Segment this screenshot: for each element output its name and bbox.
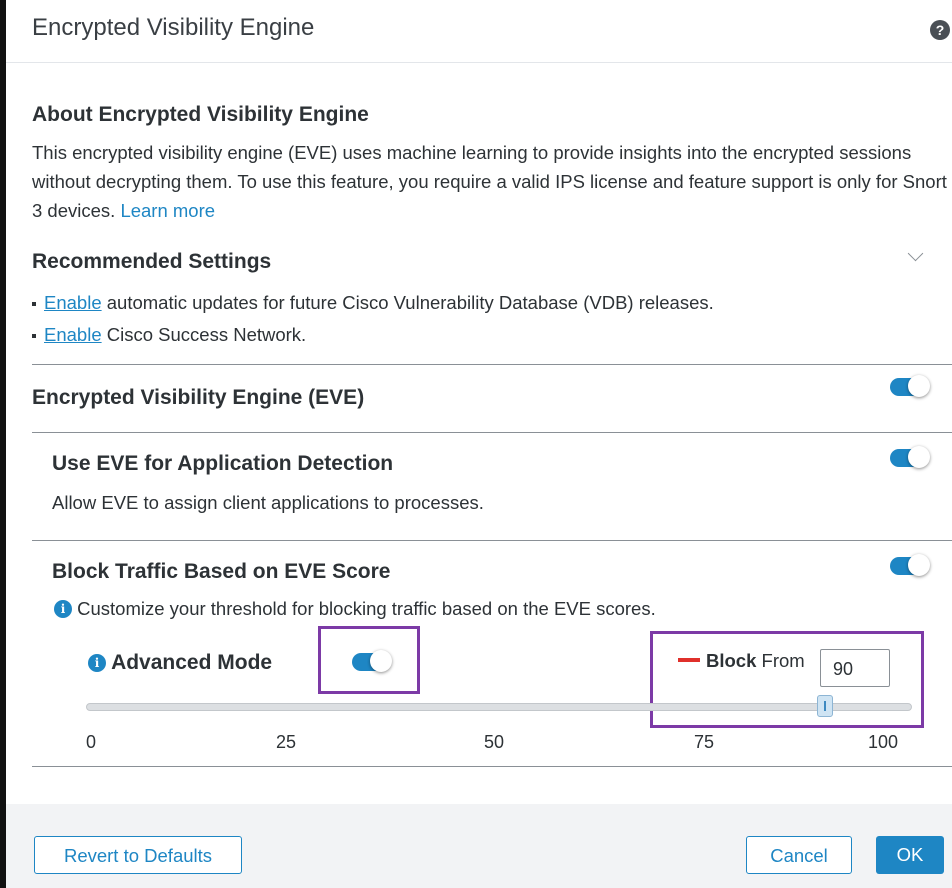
help-icon[interactable]: ? [930,20,950,40]
app-detection-toggle[interactable] [890,446,930,468]
app-detection-description: Allow EVE to assign client applications … [52,492,484,513]
block-traffic-info: i Customize your threshold for blocking … [54,598,656,620]
slider-grip [824,701,826,711]
slider-tick-75: 75 [694,732,715,752]
dialog-header: Encrypted Visibility Engine ? [6,0,952,63]
block-traffic-label: Block Traffic Based on EVE Score [52,560,391,583]
recommended-item-vdb: Enable automatic updates for future Cisc… [32,292,714,314]
divider [32,540,952,541]
slider-tick-100: 100 [868,732,899,752]
toggle-knob [908,446,930,468]
eve-score-slider-thumb[interactable] [817,695,833,717]
block-from-label: Block From [706,650,805,672]
info-icon: i [88,654,106,672]
recommended-item-text: Cisco Success Network. [106,324,307,345]
bullet-icon [32,334,36,339]
block-traffic-toggle[interactable] [890,554,930,576]
about-heading: About Encrypted Visibility Engine [32,103,369,126]
block-traffic-info-text: Customize your threshold for blocking tr… [77,598,656,619]
revert-to-defaults-button[interactable]: Revert to Defaults [34,836,242,874]
eve-dialog: Encrypted Visibility Engine ? About Encr… [6,0,952,888]
advanced-mode-text: Advanced Mode [111,651,273,674]
about-description: This encrypted visibility engine (EVE) u… [32,138,950,225]
dialog-title: Encrypted Visibility Engine [32,14,315,41]
divider [32,766,952,767]
from-label: From [761,650,805,671]
enable-csn-link[interactable]: Enable [44,324,102,345]
app-detection-label: Use EVE for Application Detection [52,452,394,475]
slider-tick-25: 25 [276,732,297,752]
slider-tick-50: 50 [484,732,505,752]
ok-button[interactable]: OK [876,836,944,874]
eve-score-slider-track[interactable] [86,703,912,711]
info-icon: i [54,600,72,618]
block-legend-icon [678,658,700,662]
recommended-item-csn: Enable Cisco Success Network. [32,324,306,346]
toggle-knob [908,554,930,576]
block-label: Block [706,650,757,671]
eve-label: Encrypted Visibility Engine (EVE) [32,386,365,409]
block-threshold-input[interactable]: 90 [820,649,890,687]
advanced-mode-toggle[interactable] [352,650,392,672]
advanced-mode-label: i Advanced Mode [88,651,272,675]
recommended-heading: Recommended Settings [32,250,272,273]
divider [32,432,952,433]
slider-tick-0: 0 [86,732,97,752]
toggle-knob [370,650,392,672]
bullet-icon [32,302,36,307]
learn-more-link[interactable]: Learn more [120,200,215,221]
toggle-knob [908,375,930,397]
divider [32,364,952,365]
recommended-item-text: automatic updates for future Cisco Vulne… [106,292,714,313]
chevron-down-icon[interactable] [907,245,924,262]
enable-vdb-link[interactable]: Enable [44,292,102,313]
cancel-button[interactable]: Cancel [746,836,852,874]
eve-toggle[interactable] [890,375,930,397]
